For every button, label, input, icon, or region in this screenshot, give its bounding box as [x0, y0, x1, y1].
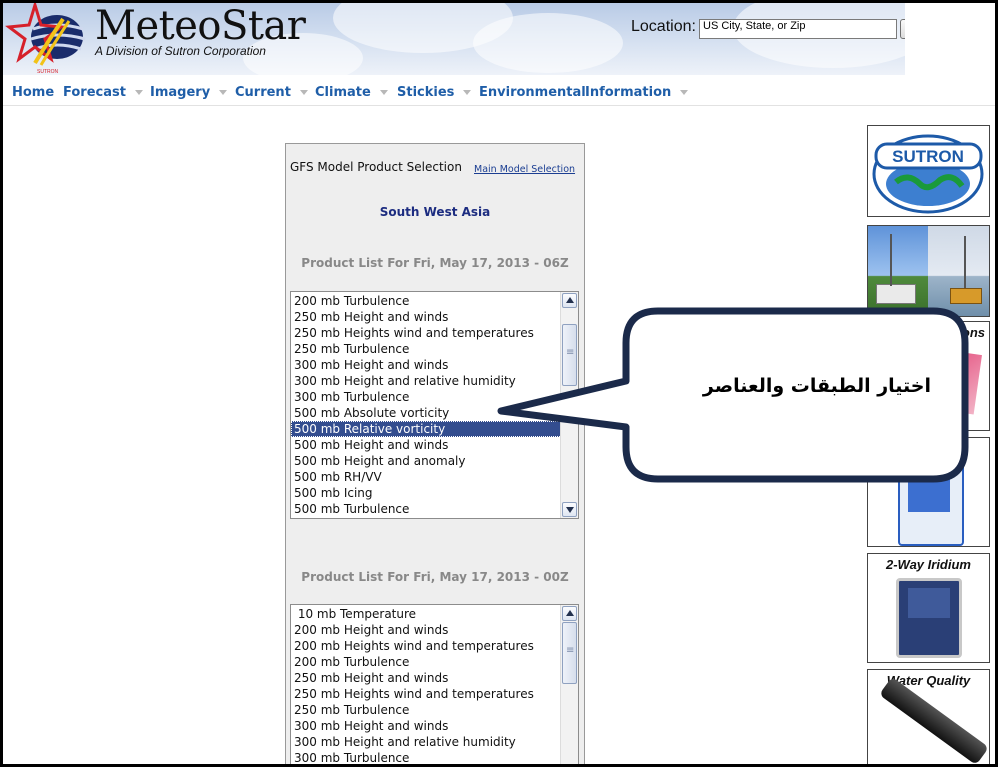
sutron-globe-icon: SUTRON — [872, 134, 984, 214]
chevron-down-icon — [219, 90, 228, 95]
nav-climate[interactable]: Climate — [315, 85, 388, 100]
svg-text:SUTRON: SUTRON — [37, 69, 59, 75]
product-option[interactable]: 500 mb Icing — [291, 485, 578, 501]
iridium-ad[interactable]: 2-Way Iridium — [867, 553, 990, 663]
site-header: SUTRON MeteoStar A Division of Sutron Co… — [3, 3, 905, 75]
location-input[interactable]: US City, State, or Zip — [699, 19, 897, 39]
chevron-down-icon — [463, 90, 472, 95]
product-option[interactable]: 500 mb Turbulence — [291, 501, 578, 517]
chevron-down-icon — [680, 90, 689, 95]
product-option[interactable]: 250 mb Turbulence — [291, 702, 578, 718]
product-list-title-00z: Product List For Fri, May 17, 2013 - 00Z — [301, 570, 569, 584]
chevron-down-icon — [299, 90, 308, 95]
chevron-down-icon — [134, 90, 143, 95]
product-option[interactable]: 300 mb Height and relative humidity — [291, 734, 578, 750]
stations-photo-ad[interactable] — [867, 225, 990, 317]
nav-environmental[interactable]: Environmental — [479, 85, 586, 100]
brand-tagline: A Division of Sutron Corporation — [95, 44, 266, 58]
product-option[interactable]: 300 mb Turbulence — [291, 750, 578, 764]
region-title: South West Asia — [379, 205, 491, 219]
nav-current[interactable]: Current — [235, 85, 308, 100]
scroll-up-arrow-icon[interactable] — [562, 293, 577, 308]
callout-text: اختيار الطبقات والعناصر — [702, 375, 931, 397]
scroll-up-arrow-icon[interactable] — [562, 606, 577, 621]
chevron-down-icon — [379, 90, 388, 95]
scrollbar[interactable] — [560, 605, 578, 764]
brand-name[interactable]: MeteoStar — [95, 3, 306, 49]
nav-information[interactable]: Information — [585, 85, 689, 100]
callout-bubble — [497, 307, 969, 483]
meteostar-logo-icon[interactable]: SUTRON — [5, 3, 91, 75]
nav-forecast[interactable]: Forecast — [63, 85, 143, 100]
product-option[interactable]: 200 mb Height and winds — [291, 622, 578, 638]
iridium-ad-title: 2-Way Iridium — [885, 557, 971, 572]
product-option[interactable]: 200 mb Heights wind and temperatures — [291, 638, 578, 654]
scroll-thumb[interactable] — [562, 622, 577, 684]
main-nav: Home Forecast Imagery Current Climate St… — [3, 81, 995, 106]
main-model-selection-link[interactable]: Main Model Selection — [474, 164, 575, 175]
go-button[interactable]: go — [900, 19, 905, 39]
product-option[interactable]: 250 mb Heights wind and temperatures — [291, 686, 578, 702]
location-label: Location: — [631, 18, 696, 35]
water-quality-ad[interactable]: Water Quality — [867, 669, 990, 764]
panel-title: GFS Model Product Selection — [290, 160, 462, 174]
sutron-logo-ad[interactable]: SUTRON — [867, 125, 990, 217]
product-option[interactable]: 250 mb Height and winds — [291, 670, 578, 686]
product-option[interactable]: 300 mb Height and winds — [291, 718, 578, 734]
svg-text:SUTRON: SUTRON — [892, 147, 964, 166]
product-option[interactable]: 10 mb Temperature — [291, 606, 578, 622]
nav-imagery[interactable]: Imagery — [150, 85, 228, 100]
browser-viewport: SUTRON MeteoStar A Division of Sutron Co… — [3, 3, 995, 764]
scroll-down-arrow-icon[interactable] — [562, 502, 577, 517]
nav-stickies[interactable]: Stickies — [397, 85, 472, 100]
product-option[interactable]: 200 mb Turbulence — [291, 654, 578, 670]
product-list-title-06z: Product List For Fri, May 17, 2013 - 06Z — [301, 256, 569, 270]
product-listbox-00z[interactable]: 10 mb Temperature 200 mb Height and winds… — [290, 604, 579, 764]
nav-home[interactable]: Home — [12, 85, 54, 100]
